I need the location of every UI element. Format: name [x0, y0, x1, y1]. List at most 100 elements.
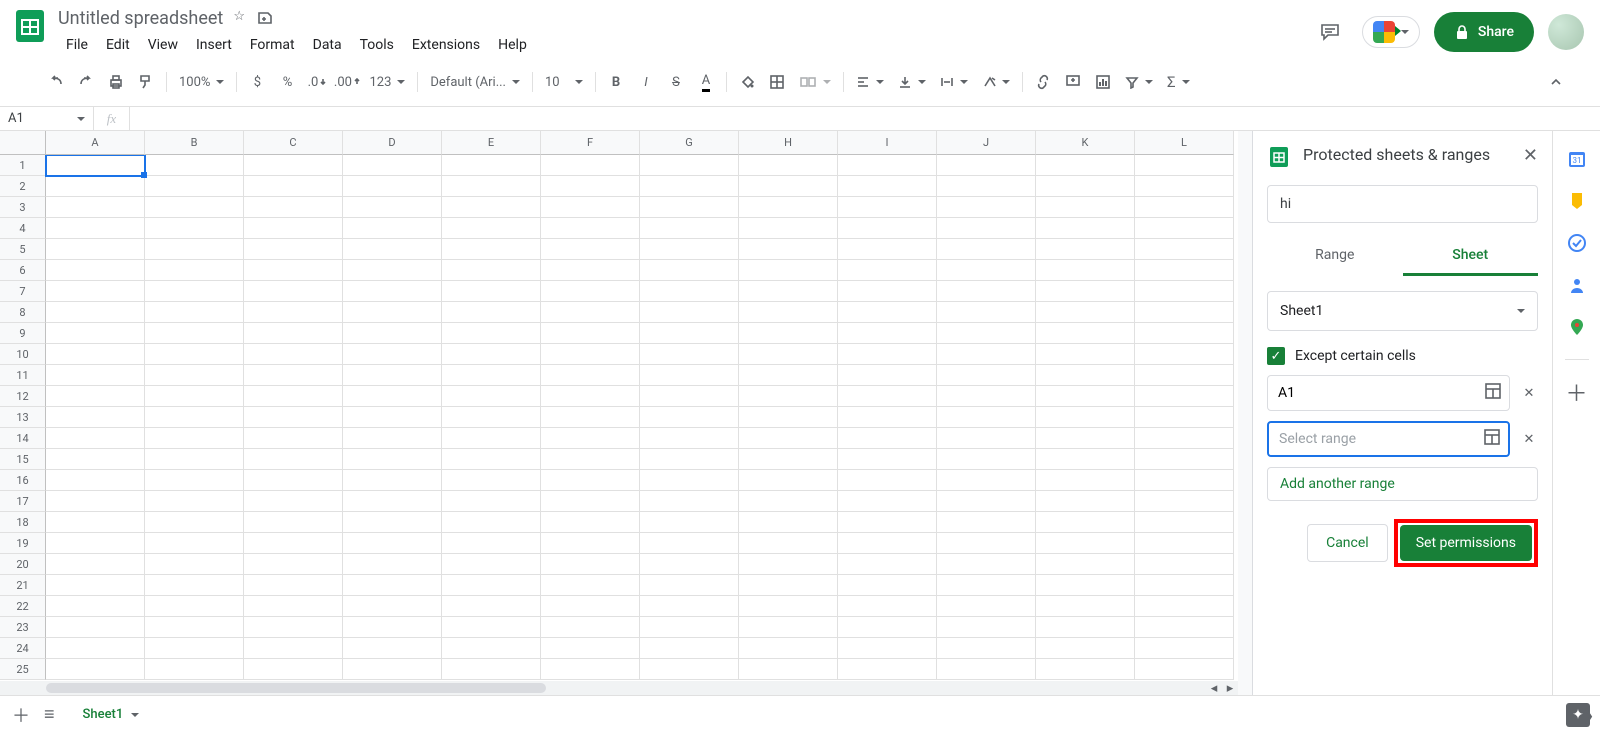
cell[interactable]	[244, 407, 343, 428]
cell[interactable]	[442, 155, 541, 176]
cell[interactable]	[937, 470, 1036, 491]
row-header[interactable]: 15	[0, 449, 46, 470]
cell[interactable]	[541, 365, 640, 386]
cell[interactable]	[1135, 533, 1234, 554]
cell[interactable]	[1135, 470, 1234, 491]
cell[interactable]	[640, 344, 739, 365]
add-another-range-button[interactable]: Add another range	[1267, 467, 1538, 501]
cell[interactable]	[46, 302, 145, 323]
comment-history-icon[interactable]	[1312, 14, 1348, 50]
cell[interactable]	[640, 155, 739, 176]
cell[interactable]	[46, 659, 145, 680]
cell[interactable]	[145, 512, 244, 533]
cell[interactable]	[244, 281, 343, 302]
format-percent[interactable]: %	[273, 68, 301, 96]
cell[interactable]	[838, 596, 937, 617]
cell[interactable]	[1036, 512, 1135, 533]
row-header[interactable]: 13	[0, 407, 46, 428]
document-title[interactable]: Untitled spreadsheet	[58, 8, 223, 29]
cell[interactable]	[541, 281, 640, 302]
column-header[interactable]: K	[1036, 131, 1135, 155]
cell[interactable]	[541, 470, 640, 491]
cell[interactable]	[739, 407, 838, 428]
cell[interactable]	[937, 575, 1036, 596]
cell[interactable]	[442, 659, 541, 680]
cell[interactable]	[244, 575, 343, 596]
cell[interactable]	[1036, 323, 1135, 344]
cell[interactable]	[838, 575, 937, 596]
cell[interactable]	[46, 638, 145, 659]
cell[interactable]	[1036, 617, 1135, 638]
cell[interactable]	[1036, 428, 1135, 449]
cell[interactable]	[838, 176, 937, 197]
cell[interactable]	[640, 617, 739, 638]
cell[interactable]	[244, 596, 343, 617]
cell[interactable]	[145, 407, 244, 428]
cell[interactable]	[541, 428, 640, 449]
cell[interactable]	[1036, 533, 1135, 554]
share-button[interactable]: Share	[1434, 12, 1534, 52]
cell[interactable]	[937, 281, 1036, 302]
cell[interactable]	[145, 218, 244, 239]
cell[interactable]	[1135, 176, 1234, 197]
cell[interactable]	[1036, 155, 1135, 176]
column-header[interactable]: J	[937, 131, 1036, 155]
cell[interactable]	[541, 617, 640, 638]
increase-decimal[interactable]: .00	[333, 68, 361, 96]
cell[interactable]	[1036, 659, 1135, 680]
cell[interactable]	[1135, 386, 1234, 407]
cell[interactable]	[640, 386, 739, 407]
cell[interactable]	[937, 197, 1036, 218]
cell[interactable]	[145, 323, 244, 344]
font-select[interactable]: Default (Ari...	[424, 68, 526, 96]
cell[interactable]	[739, 197, 838, 218]
cell[interactable]	[838, 281, 937, 302]
row-header[interactable]: 8	[0, 302, 46, 323]
cell[interactable]	[937, 155, 1036, 176]
menu-file[interactable]: File	[58, 33, 96, 57]
cell[interactable]	[1135, 365, 1234, 386]
cell[interactable]	[1135, 428, 1234, 449]
menu-edit[interactable]: Edit	[98, 33, 138, 57]
cell[interactable]	[1135, 281, 1234, 302]
move-icon[interactable]	[257, 9, 273, 29]
cell[interactable]	[343, 407, 442, 428]
cell[interactable]	[442, 407, 541, 428]
cell[interactable]	[1036, 365, 1135, 386]
cell[interactable]	[1135, 239, 1234, 260]
cell[interactable]	[739, 512, 838, 533]
cell[interactable]	[145, 281, 244, 302]
star-icon[interactable]: ☆	[233, 9, 245, 29]
cell[interactable]	[739, 260, 838, 281]
cell[interactable]	[739, 554, 838, 575]
cell[interactable]	[442, 239, 541, 260]
cell[interactable]	[244, 365, 343, 386]
cell[interactable]	[541, 176, 640, 197]
name-box[interactable]: A1	[0, 107, 94, 130]
cell[interactable]	[1036, 596, 1135, 617]
cell[interactable]	[244, 512, 343, 533]
row-header[interactable]: 12	[0, 386, 46, 407]
cell[interactable]	[541, 638, 640, 659]
cell[interactable]	[640, 638, 739, 659]
cell[interactable]	[640, 512, 739, 533]
cell[interactable]	[541, 218, 640, 239]
sheet-tab-menu-icon[interactable]	[131, 713, 139, 717]
cell[interactable]	[1036, 407, 1135, 428]
cell[interactable]	[541, 596, 640, 617]
cell[interactable]	[442, 428, 541, 449]
cell[interactable]	[343, 323, 442, 344]
cell[interactable]	[442, 638, 541, 659]
row-header[interactable]: 3	[0, 197, 46, 218]
cell[interactable]	[838, 239, 937, 260]
cell[interactable]	[640, 260, 739, 281]
cell[interactable]	[442, 470, 541, 491]
menu-extensions[interactable]: Extensions	[404, 33, 488, 57]
italic-icon[interactable]: I	[632, 68, 660, 96]
cell[interactable]	[46, 155, 145, 176]
cell[interactable]	[244, 617, 343, 638]
collapse-toolbar-icon[interactable]	[1542, 68, 1570, 96]
cell[interactable]	[541, 260, 640, 281]
cell[interactable]	[343, 155, 442, 176]
more-formats[interactable]: 123	[363, 68, 411, 96]
